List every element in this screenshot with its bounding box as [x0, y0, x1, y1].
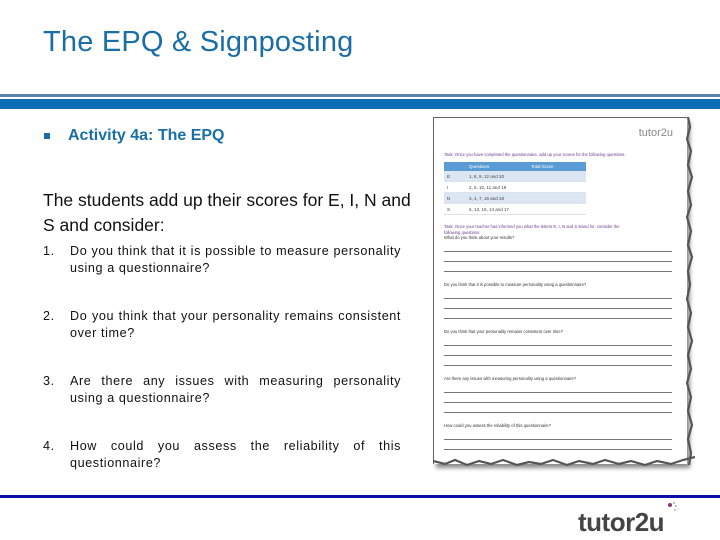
answer-line: [444, 261, 672, 262]
question-text: Do you think that it is possible to meas…: [70, 244, 401, 275]
question-text: How could you assess the reliability of …: [70, 439, 401, 470]
header-divider-thin: [0, 94, 720, 97]
answer-line: [444, 392, 672, 393]
worksheet-score-table: Questions Total Score E 1, 8, 9, 12 and …: [444, 162, 586, 215]
question-number: 3.: [43, 374, 55, 388]
answer-line: [444, 271, 672, 272]
answer-line: [444, 412, 672, 413]
header-divider-bar: [0, 99, 720, 109]
table-row: S 6, 13, 15, 14 and 17: [444, 203, 586, 215]
table-cell: 6, 13, 15, 14 and 17: [466, 203, 528, 215]
table-cell: 3, 4, 7, 16 and 18: [466, 192, 528, 204]
torn-edge-bottom: [433, 455, 695, 467]
answer-line: [444, 345, 672, 346]
question-list: 1. Do you think that it is possible to m…: [43, 243, 401, 472]
table-row: I 2, 5, 10, 11 and 19: [444, 181, 586, 193]
question-number: 4.: [43, 439, 55, 453]
table-row: E 1, 8, 9, 12 and 20: [444, 171, 586, 182]
torn-edge-right: [686, 117, 694, 465]
table-header: Total Score: [528, 162, 586, 171]
question-number: 1.: [43, 244, 55, 258]
table-cell: [528, 171, 586, 182]
question-item: 3. Are there any issues with measuring p…: [43, 373, 401, 407]
table-cell: N: [444, 192, 466, 204]
answer-line: [444, 449, 672, 450]
question-item: 2. Do you think that your personality re…: [43, 308, 401, 342]
answer-line: [444, 308, 672, 309]
table-cell: [528, 181, 586, 193]
activity-heading: Activity 4a: The EPQ: [44, 127, 225, 145]
worksheet-prompt: Are there any issues with measuring pers…: [444, 376, 577, 381]
question-text: Do you think that your personality remai…: [70, 309, 401, 340]
question-item: 1. Do you think that it is possible to m…: [43, 243, 401, 277]
answer-line: [444, 439, 672, 440]
slide-title: The EPQ & Signposting: [43, 26, 354, 58]
table-cell: [528, 192, 586, 204]
worksheet-task-1: Task: Once you have completed the questi…: [444, 152, 626, 157]
table-header-row: Questions Total Score: [444, 162, 586, 171]
answer-line: [444, 355, 672, 356]
worksheet-prompt: Do you think that it is possible to meas…: [444, 282, 587, 287]
intro-text: The students add up their scores for E, …: [43, 190, 411, 235]
table-header: [444, 162, 466, 171]
answer-line: [444, 318, 672, 319]
table-cell: [528, 203, 586, 215]
table-cell: 2, 5, 10, 11 and 19: [466, 181, 528, 193]
table-row: N 3, 4, 7, 16 and 18: [444, 192, 586, 204]
square-bullet-icon: [44, 133, 50, 139]
worksheet-prompt: Do you think that your personality remai…: [444, 329, 563, 334]
activity-heading-text: Activity 4a: The EPQ: [68, 127, 225, 144]
answer-line: [444, 251, 672, 252]
worksheet-prompt: How could you assess the reliability of …: [444, 423, 552, 428]
question-number: 2.: [43, 309, 55, 323]
footer-divider: [0, 495, 720, 498]
table-cell: S: [444, 203, 466, 215]
logo-swirl-icon: [668, 502, 679, 511]
answer-line: [444, 365, 672, 366]
table-header: Questions: [466, 162, 528, 171]
worksheet-prompt: What do you think about your results?: [444, 235, 515, 240]
table-cell: I: [444, 181, 466, 193]
footer-logo: tutor2u: [578, 507, 665, 537]
table-cell: 1, 8, 9, 12 and 20: [466, 171, 528, 182]
table-cell: E: [444, 171, 466, 182]
answer-line: [444, 298, 672, 299]
worksheet-image: tutor2u Task: Once you have completed th…: [433, 117, 687, 464]
worksheet-logo: tutor2u: [638, 127, 673, 139]
worksheet-task-2: Task: Once your teacher has informed you…: [444, 224, 620, 229]
question-item: 4. How could you assess the reliability …: [43, 438, 401, 472]
answer-line: [444, 402, 672, 403]
question-text: Are there any issues with measuring pers…: [70, 374, 401, 405]
